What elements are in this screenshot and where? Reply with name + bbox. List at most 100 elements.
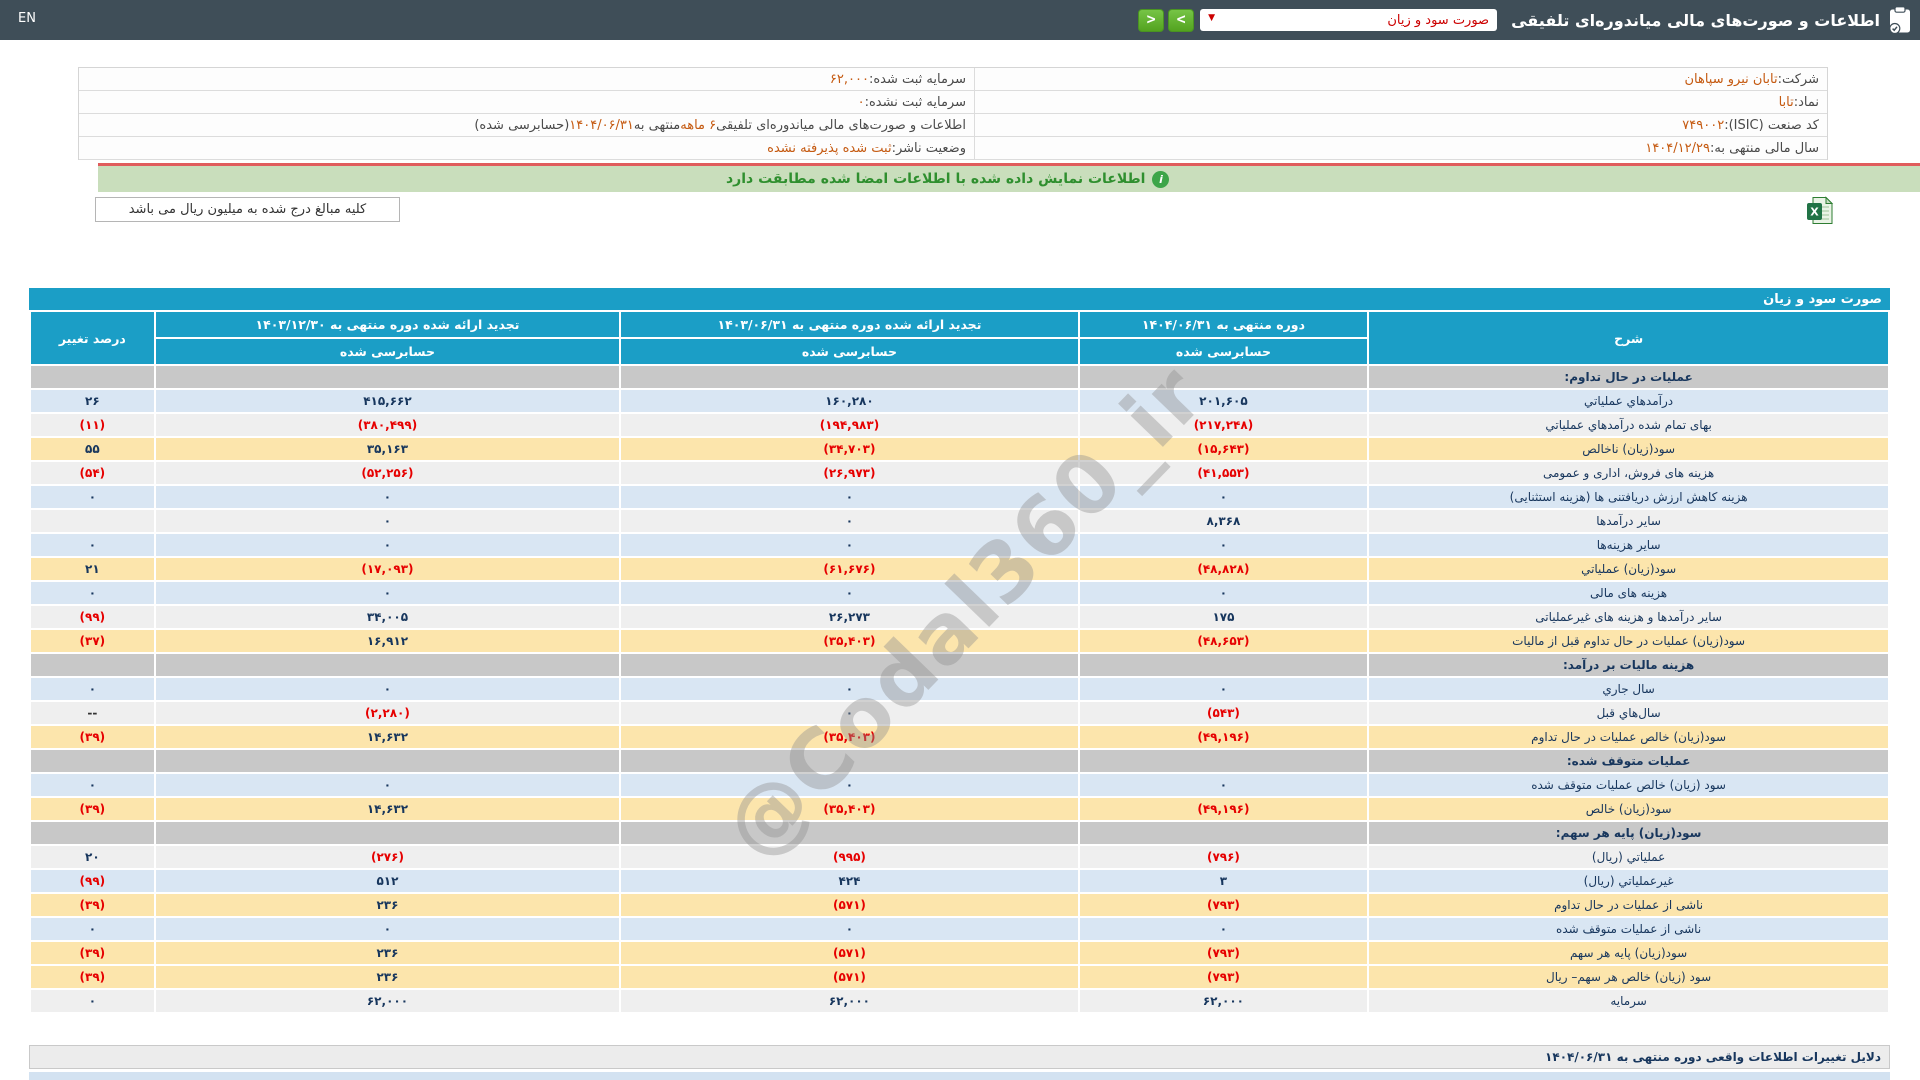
table-row: درآمدهاي عملياتي۲۰۱,۶۰۵۱۶۰,۲۸۰۴۱۵,۶۶۲۲۶	[31, 390, 1888, 412]
language-en-link[interactable]: EN	[18, 11, 36, 26]
info-label: منتهی به	[634, 118, 680, 133]
value-cell: ۲۰۱,۶۰۵	[1080, 390, 1368, 412]
signature-match-alert: i اطلاعات نمایش داده شده با اطلاعات امضا…	[98, 166, 1920, 192]
audit-status-cell: حسابرسی شده	[1080, 339, 1368, 364]
svg-text:X: X	[1810, 206, 1819, 219]
value-cell: (۳۹)	[31, 942, 154, 964]
company-info-row: نماد: تاباسرمایه ثبت نشده: ۰	[79, 91, 1827, 114]
value-cell: (۳۷)	[31, 630, 154, 652]
value-cell: (۱۱)	[31, 414, 154, 436]
value-cell: ۰	[31, 678, 154, 700]
table-row: غیرعملیاتي (ریال)۳۴۲۴۵۱۲(۹۹)	[31, 870, 1888, 892]
row-label: سود (زیان) خالص هر سهم– ریال	[1369, 966, 1888, 988]
info-icon: i	[1152, 171, 1169, 188]
value-cell: (۷۹۳)	[1080, 942, 1368, 964]
value-cell: ۰	[31, 918, 154, 940]
statement-dropdown[interactable]: صورت سود و زیان ▼	[1200, 9, 1497, 31]
value-cell: ۲۶,۲۷۳	[621, 606, 1077, 628]
table-row: سود(زیان) ناخالص(۱۵,۶۴۳)(۳۴,۷۰۳)۳۵,۱۶۳۵۵	[31, 438, 1888, 460]
row-label: هزینه های فروش، اداری و عمومی	[1369, 462, 1888, 484]
next-statement-button[interactable]: >	[1168, 9, 1194, 32]
value-cell: (۵۷۱)	[621, 966, 1077, 988]
table-row: ناشی از عملیات متوقف شده۰۰۰۰	[31, 918, 1888, 940]
value-cell	[621, 822, 1077, 844]
value-cell: (۵۷۱)	[621, 942, 1077, 964]
next-section-strip	[29, 1072, 1890, 1080]
value-cell: (۴۱,۵۵۳)	[1080, 462, 1368, 484]
company-info-row: کد صنعت (ISIC): ۷۴۹۰۰۲اطلاعات و صورت‌های…	[79, 114, 1827, 137]
value-cell: ۰	[621, 918, 1077, 940]
alert-text: اطلاعات نمایش داده شده با اطلاعات امضا ش…	[726, 171, 1145, 187]
row-label: سایر هزینه‌ها	[1369, 534, 1888, 556]
clipboard-report-icon	[1888, 6, 1912, 34]
table-row: سایر هزینه‌ها۰۰۰۰	[31, 534, 1888, 556]
chevron-down-icon: ▼	[1208, 13, 1215, 23]
info-label: سرمایه ثبت نشده:	[865, 95, 966, 110]
info-value: تابا	[1779, 95, 1794, 110]
value-cell: (۳۵,۴۰۳)	[621, 798, 1077, 820]
value-cell	[156, 654, 620, 676]
value-cell: (۷۹۶)	[1080, 846, 1368, 868]
value-cell	[621, 750, 1077, 772]
section-row: هزینه مالیات بر درآمد:	[31, 654, 1888, 676]
row-label: سال جاري	[1369, 678, 1888, 700]
value-cell: ۰	[156, 774, 620, 796]
value-cell: ۲۳۶	[156, 942, 620, 964]
value-cell: (۴۸,۶۵۳)	[1080, 630, 1368, 652]
row-label: سود(زیان) ناخالص	[1369, 438, 1888, 460]
value-cell: ۶۲,۰۰۰	[156, 990, 620, 1012]
row-label: سود (زیان) خالص عملیات متوقف شده	[1369, 774, 1888, 796]
value-cell: ۰	[1080, 918, 1368, 940]
value-cell: ۴۱۵,۶۶۲	[156, 390, 620, 412]
value-cell: (۳۴,۷۰۳)	[621, 438, 1077, 460]
value-cell	[1080, 822, 1368, 844]
value-cell: (۲۱۷,۲۴۸)	[1080, 414, 1368, 436]
company-info-cell: سرمایه ثبت شده: ۶۲,۰۰۰	[79, 68, 975, 90]
prev-statement-button[interactable]: <	[1138, 9, 1164, 32]
row-label: عملیات در حال تداوم:	[1369, 366, 1888, 388]
value-cell: ۱۴,۶۳۲	[156, 798, 620, 820]
value-cell: (۱۹۴,۹۸۳)	[621, 414, 1077, 436]
value-cell: ۱۶۰,۲۸۰	[621, 390, 1077, 412]
value-cell: (۵۴۳)	[1080, 702, 1368, 724]
info-label: وضعیت ناشر:	[892, 141, 966, 156]
excel-export-icon[interactable]: X	[1806, 196, 1834, 225]
row-label: بهای تمام شده درآمدهاي عملياتي	[1369, 414, 1888, 436]
row-label: عملیاتي (ریال)	[1369, 846, 1888, 868]
table-row: هزینه های مالی۰۰۰۰	[31, 582, 1888, 604]
info-value: تابان نیرو سپاهان	[1684, 72, 1777, 87]
value-cell: ۵۱۲	[156, 870, 620, 892]
row-label: سود(زیان) خالص عملیات در حال تداوم	[1369, 726, 1888, 748]
value-cell: ۰	[621, 702, 1077, 724]
info-label: سرمایه ثبت شده:	[869, 72, 966, 87]
value-cell: (۵۴)	[31, 462, 154, 484]
value-cell: ۰	[31, 774, 154, 796]
col-header-description: شرح	[1369, 312, 1888, 364]
value-cell: (۳۸۰,۴۹۹)	[156, 414, 620, 436]
value-cell: ۰	[1080, 582, 1368, 604]
value-cell: (۳۵,۴۰۳)	[621, 726, 1077, 748]
info-label: نماد:	[1794, 95, 1819, 110]
value-cell: ۳۵,۱۶۳	[156, 438, 620, 460]
info-value: ثبت شده پذیرفته نشده	[767, 141, 891, 156]
section-row: عملیات در حال تداوم:	[31, 366, 1888, 388]
row-label: عملیات متوقف شده:	[1369, 750, 1888, 772]
row-label: سود(زیان) پایه هر سهم	[1369, 942, 1888, 964]
value-cell: ۰	[156, 678, 620, 700]
value-cell: (۴۹,۱۹۶)	[1080, 798, 1368, 820]
table-row: هزینه کاهش ارزش دریافتنی ها (هزینه استثن…	[31, 486, 1888, 508]
row-label: هزینه کاهش ارزش دریافتنی ها (هزینه استثن…	[1369, 486, 1888, 508]
info-value: ۶۲,۰۰۰	[830, 72, 869, 87]
value-cell: (۹۹)	[31, 870, 154, 892]
value-cell	[31, 366, 154, 388]
statement-body: عملیات در حال تداوم:درآمدهاي عملياتي۲۰۱,…	[31, 366, 1888, 1012]
value-cell: --	[31, 702, 154, 724]
amounts-unit-note: کلیه مبالغ درج شده به میلیون ریال می باش…	[95, 197, 400, 222]
table-row: سرمایه۶۲,۰۰۰۶۲,۰۰۰۶۲,۰۰۰۰	[31, 990, 1888, 1012]
value-cell	[156, 822, 620, 844]
value-cell: ۶۲,۰۰۰	[1080, 990, 1368, 1012]
changes-reasons-header: دلایل تغییرات اطلاعات واقعی دوره منتهی ب…	[29, 1045, 1890, 1069]
company-info-cell: کد صنعت (ISIC): ۷۴۹۰۰۲	[975, 114, 1827, 136]
value-cell: ۶۲,۰۰۰	[621, 990, 1077, 1012]
section-row: سود(زیان) پایه هر سهم:	[31, 822, 1888, 844]
